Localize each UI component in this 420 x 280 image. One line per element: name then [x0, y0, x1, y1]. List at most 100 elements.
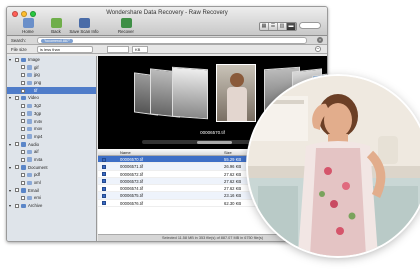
view-mode-button[interactable]: ▥ — [278, 23, 287, 30]
back-button[interactable]: Back — [41, 18, 71, 34]
tree-item-checkbox[interactable] — [21, 173, 25, 178]
tree-item-mp4[interactable]: mp4 — [7, 133, 96, 141]
file-size-cell: 55.29 KB — [224, 157, 242, 162]
filter-value-input[interactable] — [107, 46, 129, 53]
disclosure-triangle-icon[interactable]: ▾ — [9, 141, 11, 149]
tree-item-image[interactable]: ▾ Image — [7, 56, 96, 64]
row-checkbox[interactable] — [102, 194, 106, 199]
file-icon — [27, 195, 32, 201]
tree-item-video[interactable]: ▾ Video — [7, 94, 96, 102]
search-input[interactable]: "tocomeroll.887" — [37, 37, 307, 44]
row-checkbox[interactable] — [102, 186, 106, 191]
tree-item-checkbox[interactable] — [21, 65, 25, 70]
recover-button[interactable]: Recover — [111, 18, 141, 34]
view-mode-button[interactable]: ▦ — [260, 23, 269, 30]
tree-item-document[interactable]: ▾ Document — [7, 164, 96, 172]
disclosure-triangle-icon[interactable]: ▾ — [9, 56, 11, 64]
tree-item-3gp[interactable]: 3gp — [7, 110, 96, 118]
file-icon — [27, 149, 32, 155]
view-mode-button[interactable]: ▬ — [287, 23, 296, 30]
tree-item-label: Email — [28, 187, 39, 193]
tree-item-tif[interactable]: tif — [7, 86, 96, 95]
row-checkbox[interactable] — [102, 201, 106, 206]
tree-item-audio[interactable]: ▾ Audio — [7, 141, 96, 149]
tree-item-checkbox[interactable] — [15, 165, 19, 170]
tree-item-m4v[interactable]: m4v — [7, 118, 96, 126]
tree-item-mov[interactable]: mov — [7, 125, 96, 133]
row-checkbox[interactable] — [102, 157, 106, 162]
home-icon — [22, 18, 34, 28]
tree-item-checkbox[interactable] — [21, 134, 25, 139]
tree-item-3g2[interactable]: 3g2 — [7, 102, 96, 110]
search-token[interactable]: "tocomeroll.887" — [41, 38, 74, 43]
filter-bar: File size is less than KB − — [7, 45, 327, 54]
tree-item-checkbox[interactable] — [15, 96, 19, 101]
scroll-thumb[interactable] — [197, 140, 232, 144]
tree-item-xml[interactable]: xml — [7, 179, 96, 187]
tree-item-checkbox[interactable] — [21, 119, 25, 124]
remove-filter-button[interactable]: − — [315, 46, 321, 52]
tree-item-checkbox[interactable] — [21, 196, 25, 201]
selected-preview-card[interactable] — [216, 64, 256, 122]
file-size-cell: 26.96 KB — [224, 164, 242, 170]
view-mode-switcher[interactable]: ▦ ☰ ▥ ▬ — [259, 22, 297, 31]
tree-item-checkbox[interactable] — [15, 57, 19, 62]
tree-item-png[interactable]: png — [7, 79, 96, 87]
tree-item-checkbox[interactable] — [21, 180, 25, 185]
save-scan-info-button[interactable]: Save Scan Info — [69, 18, 99, 34]
clear-search-icon[interactable]: × — [317, 37, 323, 43]
tree-item-pdf[interactable]: pdf — [7, 171, 96, 179]
disclosure-triangle-icon[interactable]: ▾ — [9, 94, 11, 102]
tree-item-checkbox[interactable] — [21, 80, 25, 85]
file-icon — [27, 172, 32, 178]
file-icon — [27, 134, 32, 139]
tree-item-email[interactable]: ▾ Email — [7, 187, 96, 195]
tree-item-checkbox[interactable] — [21, 157, 25, 162]
disclosure-triangle-icon[interactable]: ▾ — [9, 202, 11, 210]
row-checkbox[interactable] — [102, 179, 106, 184]
disclosure-triangle-icon[interactable]: ▾ — [9, 164, 11, 172]
tree-item-label: mp4 — [34, 133, 43, 139]
tree-item-checkbox[interactable] — [15, 142, 19, 147]
tree-item-archive[interactable]: ▾ Archive — [7, 202, 96, 210]
tree-item-aif[interactable]: aif — [7, 148, 96, 156]
size-column-header[interactable]: Size — [224, 149, 232, 156]
tree-item-checkbox[interactable] — [21, 73, 25, 78]
disclosure-triangle-icon[interactable]: ▾ — [9, 187, 11, 195]
view-mode-button[interactable]: ☰ — [269, 23, 278, 30]
folder-icon — [21, 95, 26, 101]
filter-unit-select[interactable]: KB — [132, 46, 148, 53]
tree-item-emi[interactable]: emi — [7, 194, 96, 202]
tree-item-label: 3g2 — [34, 103, 42, 109]
tree-item-label: gif — [34, 64, 39, 70]
tree-item-checkbox[interactable] — [15, 203, 19, 208]
tree-item-label: xml — [34, 180, 41, 185]
file-type-tree: ▾ Image gif jpg png tif ▾ Video 3g2 3gp m4v mov mp4 ▾… — [7, 56, 97, 241]
home-button[interactable]: Home — [13, 18, 43, 34]
toolbar-button-label: Recover — [117, 29, 134, 34]
file-icon — [27, 119, 32, 124]
file-name-cell: 00006572.tif — [120, 171, 144, 177]
tree-item-checkbox[interactable] — [15, 188, 19, 193]
filter-label: File size — [11, 46, 27, 52]
tree-item-checkbox[interactable] — [21, 88, 25, 93]
file-name-cell: 00006574.tif — [120, 186, 144, 192]
tree-item-checkbox[interactable] — [21, 111, 25, 116]
tree-item-checkbox[interactable] — [21, 103, 25, 108]
tree-item-checkbox[interactable] — [21, 150, 25, 155]
tree-item-label: 3gp — [34, 110, 42, 116]
filter-mode-select[interactable]: is less than — [37, 46, 93, 53]
row-checkbox[interactable] — [102, 164, 106, 169]
tree-item-gif[interactable]: gif — [7, 64, 96, 72]
tree-item-jpg[interactable]: jpg — [7, 71, 96, 79]
tree-item-m4a[interactable]: m4a — [7, 156, 96, 164]
toolbar-search-field[interactable] — [299, 22, 321, 29]
folder-icon — [21, 188, 26, 193]
row-checkbox[interactable] — [102, 172, 106, 177]
preview-card[interactable] — [172, 66, 208, 120]
file-size-cell: 27.62 KB — [224, 171, 242, 177]
tree-item-label: aif — [34, 149, 39, 155]
name-column-header[interactable]: Name — [120, 149, 131, 156]
tree-item-label: jpg — [34, 72, 40, 78]
tree-item-checkbox[interactable] — [21, 126, 25, 131]
